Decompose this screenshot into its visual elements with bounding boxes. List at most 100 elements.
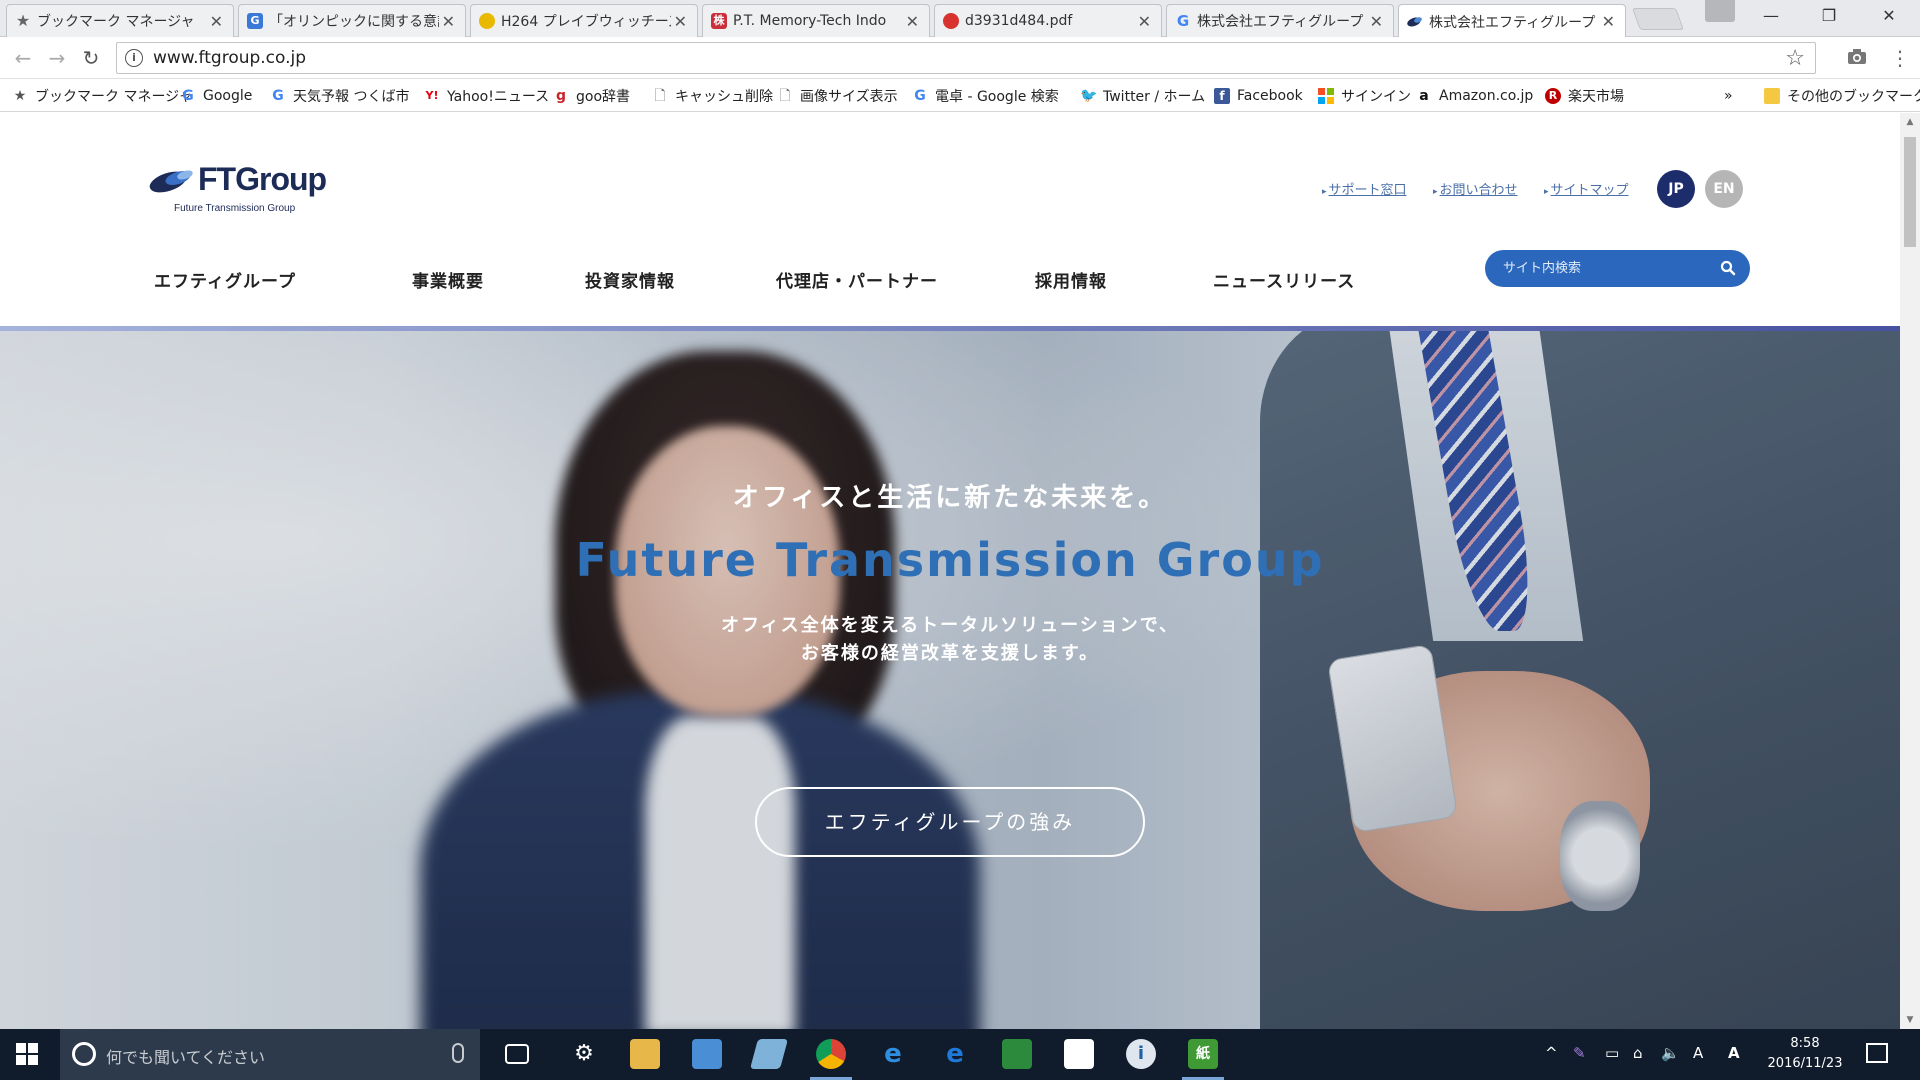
volume-icon[interactable]: 🔈: [1661, 1044, 1680, 1062]
nav-business[interactable]: 事業概要: [412, 267, 484, 292]
lang-en-button[interactable]: EN: [1705, 170, 1743, 208]
new-tab-button[interactable]: [1631, 8, 1685, 30]
rakuten-icon: R: [1545, 88, 1561, 104]
scroll-down-icon[interactable]: ▼: [1904, 1015, 1916, 1025]
bookmark-item[interactable]: G 電卓 - Google 検索: [912, 86, 1059, 106]
nav-partners[interactable]: 代理店・パートナー: [776, 267, 938, 292]
bookmark-item[interactable]: G 天気予報 つくば市: [270, 86, 409, 106]
ime-icon[interactable]: A: [1693, 1044, 1703, 1062]
hero-description-2: お客様の経営改革を支援します。: [800, 643, 1100, 664]
page-icon: 🗋: [654, 88, 666, 104]
settings-gear-icon[interactable]: ⚙: [569, 1039, 599, 1069]
battery-icon[interactable]: ▭: [1605, 1044, 1619, 1062]
google-icon: G: [182, 88, 194, 104]
close-tab-icon[interactable]: ✕: [210, 12, 223, 31]
microsoft-icon: [1318, 88, 1334, 104]
tab-ftgroup[interactable]: 株式会社エフティグループ ✕: [1398, 4, 1626, 38]
bookmark-item[interactable]: ★ ブックマーク マネージャ: [12, 86, 193, 106]
scroll-up-icon[interactable]: ▲: [1904, 117, 1916, 127]
info-app-icon[interactable]: i: [1126, 1039, 1156, 1069]
info-icon[interactable]: i: [125, 49, 143, 67]
site-search-input[interactable]: [1503, 258, 1703, 278]
hero-description-1: オフィス全体を変えるトータルソリューションで、: [720, 615, 1180, 636]
tab-bookmark-manager[interactable]: ★ ブックマーク マネージャ ✕: [6, 4, 234, 37]
back-icon[interactable]: ←: [10, 45, 36, 71]
sitemap-link[interactable]: サイトマップ: [1544, 179, 1629, 198]
bookmark-item[interactable]: G Google: [180, 86, 252, 106]
ftgroup-logo[interactable]: FTGroup Future Transmission Group: [148, 161, 348, 221]
forward-icon[interactable]: →: [44, 45, 70, 71]
goo-icon: g: [555, 88, 567, 104]
microphone-icon[interactable]: [452, 1043, 464, 1063]
notepad-app-icon[interactable]: [749, 1039, 789, 1069]
bookmark-item[interactable]: 🐦 Twitter / ホーム: [1080, 86, 1205, 106]
pen-icon[interactable]: ✎: [1573, 1044, 1586, 1062]
bookmark-item[interactable]: Y! Yahoo!ニュース: [424, 86, 550, 106]
bookmark-item[interactable]: サインイン: [1318, 86, 1411, 106]
close-tab-icon[interactable]: ✕: [906, 12, 919, 31]
chrome-icon[interactable]: [816, 1039, 846, 1069]
action-center-icon[interactable]: [1866, 1043, 1888, 1063]
close-window-icon[interactable]: ✕: [1866, 0, 1912, 32]
green-app-icon[interactable]: [1002, 1039, 1032, 1069]
camera-extension-icon[interactable]: [1846, 46, 1870, 70]
close-tab-icon[interactable]: ✕: [1370, 12, 1383, 31]
tray-overflow-icon[interactable]: ^: [1545, 1044, 1558, 1062]
strengths-button[interactable]: エフティグループの強み: [755, 787, 1145, 857]
google-icon: G: [272, 88, 284, 104]
web-page: FTGroup Future Transmission Group サポート窓口…: [0, 113, 1900, 1029]
amazon-icon: a: [1419, 88, 1429, 104]
edge-icon[interactable]: e: [940, 1039, 970, 1069]
task-view-icon[interactable]: [505, 1044, 529, 1064]
reload-icon[interactable]: ↻: [78, 45, 104, 71]
close-tab-icon[interactable]: ✕: [1138, 12, 1151, 31]
address-bar[interactable]: i www.ftgroup.co.jp ☆: [116, 42, 1816, 74]
taskbar-clock[interactable]: 8:58 2016/11/23: [1760, 1034, 1850, 1074]
menu-icon[interactable]: ⋮: [1890, 46, 1910, 70]
tab-memory-tech[interactable]: 株 P.T. Memory-Tech Indo ✕: [702, 4, 930, 37]
bookmark-item[interactable]: 🗋 画像サイズ表示: [777, 86, 897, 106]
ime-mode-icon[interactable]: A: [1728, 1044, 1740, 1062]
network-icon[interactable]: ⌂: [1633, 1044, 1643, 1062]
restore-icon[interactable]: ❐: [1806, 0, 1852, 32]
other-bookmarks[interactable]: その他のブックマーク: [1764, 86, 1920, 106]
tab-h264[interactable]: H264 プレイブウィッチーズ 0 ✕: [470, 4, 698, 37]
bookmark-item[interactable]: 🗋 キャッシュ削除: [652, 86, 773, 106]
page-icon: 🗋: [779, 88, 791, 104]
cortana-search[interactable]: 何でも聞いてください: [60, 1029, 480, 1080]
close-tab-icon[interactable]: ✕: [1602, 12, 1615, 31]
minimize-icon[interactable]: —: [1748, 0, 1794, 32]
store-icon[interactable]: [1064, 1039, 1094, 1069]
bookmark-item[interactable]: a Amazon.co.jp: [1416, 86, 1533, 106]
close-tab-icon[interactable]: ✕: [442, 12, 455, 31]
nav-ftgroup[interactable]: エフティグループ: [154, 267, 296, 292]
lang-jp-button[interactable]: JP: [1657, 170, 1695, 208]
bookmark-star-icon[interactable]: ☆: [1785, 46, 1805, 71]
tab-olympic[interactable]: G 「オリンピックに関する意識 ✕: [238, 4, 466, 37]
nav-news[interactable]: ニュースリリース: [1213, 267, 1355, 292]
profile-icon[interactable]: [1705, 0, 1735, 22]
support-link[interactable]: サポート窓口: [1322, 179, 1407, 198]
windows-start-icon[interactable]: [16, 1043, 38, 1065]
windows-taskbar: 何でも聞いてください ⚙ e e i 紙 ^ ✎ ▭ ⌂ 🔈 A A 8:58 …: [0, 1029, 1920, 1080]
logo-wordmark: FTGroup: [198, 161, 327, 197]
outlook-icon[interactable]: [692, 1039, 722, 1069]
contact-link[interactable]: お問い合わせ: [1433, 179, 1518, 198]
nav-investors[interactable]: 投資家情報: [585, 267, 675, 292]
internet-explorer-icon[interactable]: e: [878, 1039, 908, 1069]
nenga-app-icon[interactable]: 紙: [1188, 1039, 1218, 1069]
search-icon[interactable]: [1720, 260, 1736, 276]
bookmark-item[interactable]: R 楽天市場: [1545, 86, 1624, 106]
nav-recruit[interactable]: 採用情報: [1035, 267, 1107, 292]
google-icon: G: [1176, 12, 1190, 30]
tab-ftgroup-search[interactable]: G 株式会社エフティグループ - ✕: [1166, 4, 1394, 37]
close-tab-icon[interactable]: ✕: [674, 12, 687, 31]
file-explorer-icon[interactable]: [630, 1039, 660, 1069]
page-scrollbar[interactable]: ▲ ▼: [1900, 113, 1920, 1029]
bookmarks-overflow[interactable]: »: [1724, 86, 1733, 106]
bookmark-item[interactable]: g goo辞書: [553, 86, 630, 106]
bookmark-item[interactable]: f Facebook: [1214, 86, 1303, 106]
scrollbar-thumb[interactable]: [1904, 137, 1916, 247]
url-text[interactable]: www.ftgroup.co.jp: [153, 48, 306, 68]
tab-pdf[interactable]: d3931d484.pdf ✕: [934, 4, 1162, 37]
